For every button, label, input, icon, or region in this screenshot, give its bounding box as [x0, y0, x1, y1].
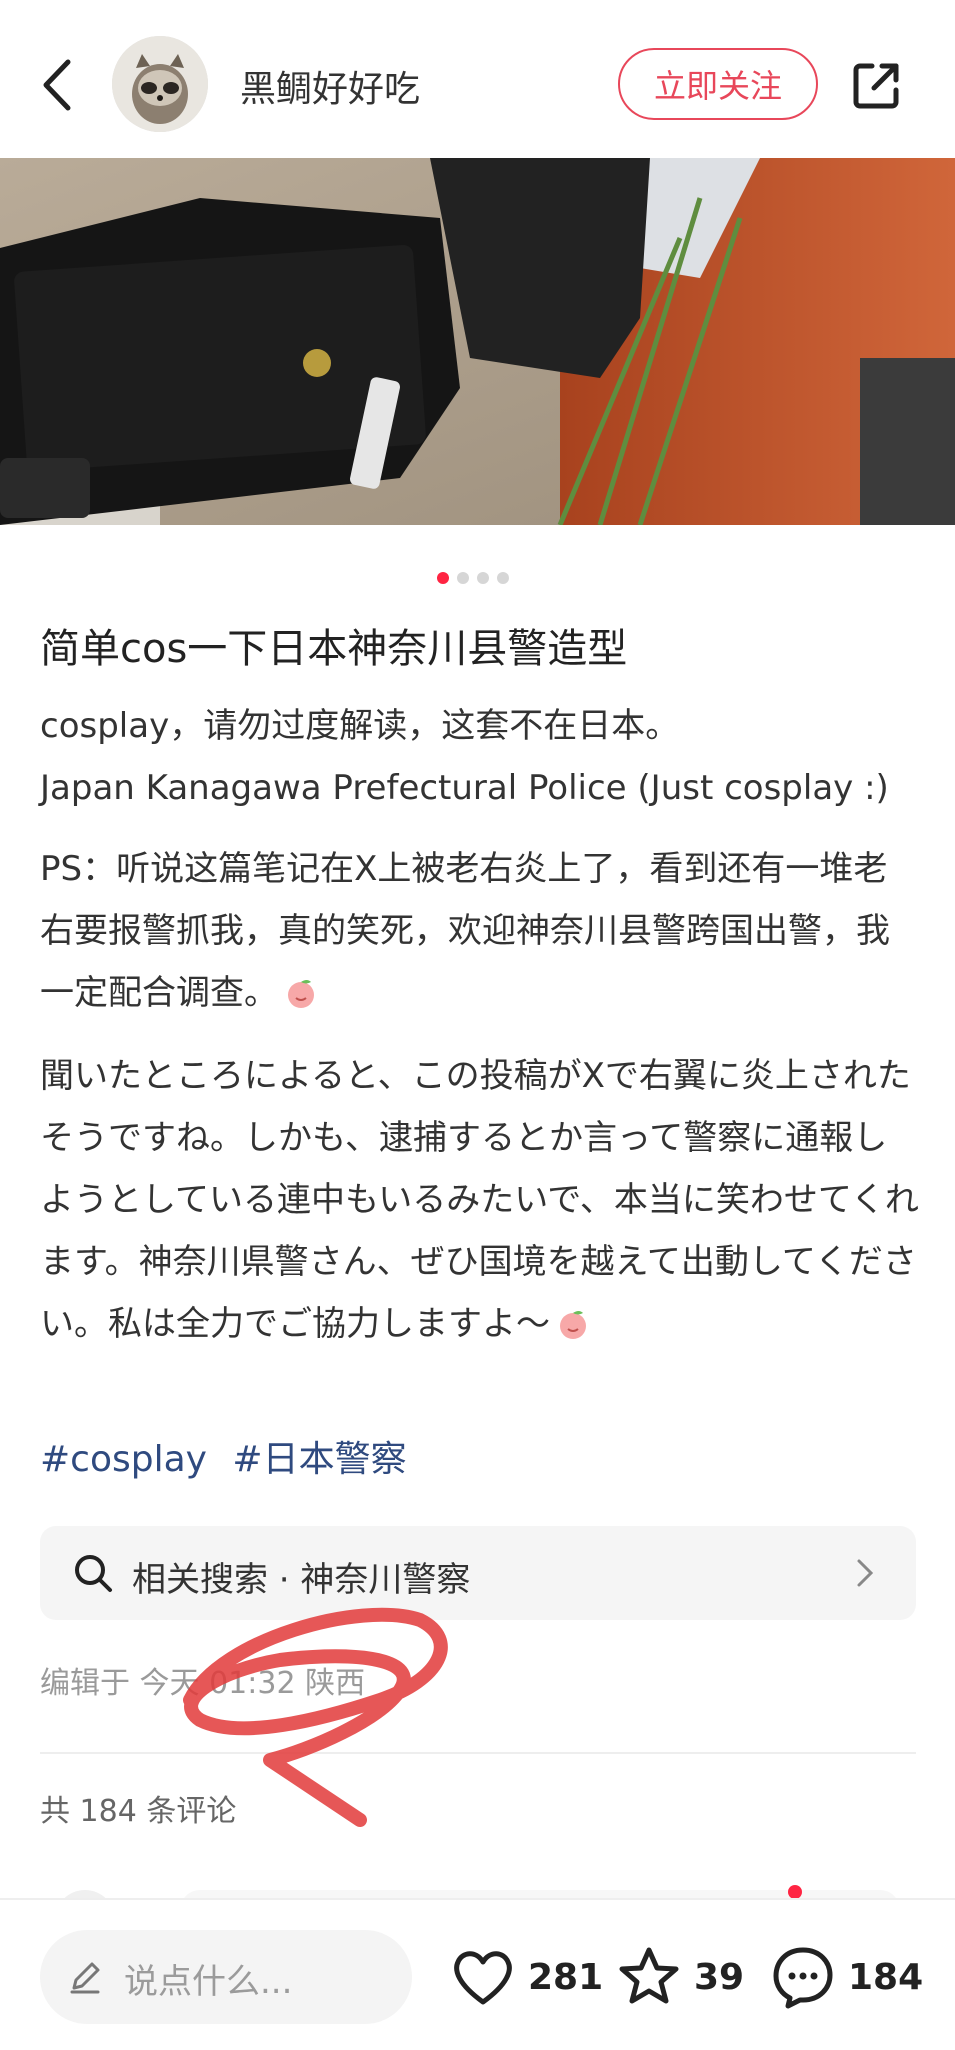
follow-button[interactable]: 立即关注: [618, 48, 818, 120]
japanese-text: 聞いたところによると、この投稿がXで右翼に炎上されたそうですね。しかも、逮捕する…: [40, 1056, 919, 1344]
carousel-dot: [497, 572, 509, 584]
chevron-right-icon: [857, 1559, 874, 1587]
comment-placeholder: 说点什么...: [124, 1962, 293, 2002]
carousel-indicator: [437, 572, 509, 584]
description-line: cosplay，请勿过度解读，这套不在日本。: [40, 706, 680, 746]
bottom-action-bar: 说点什么... 281 39 184: [0, 1898, 955, 2050]
edit-timestamp: 编辑于 今天 01:32 陕西: [40, 1666, 366, 1701]
favorite-count: 39: [694, 1956, 745, 1998]
author-name[interactable]: 黑鲷好好吃: [240, 60, 420, 112]
post-description: cosplay，请勿过度解读，这套不在日本。 Japan Kanagawa Pr…: [40, 695, 920, 819]
hashtag-link[interactable]: #日本警察: [232, 1439, 406, 1480]
post-title: 简单cos一下日本神奈川县警造型: [40, 626, 628, 672]
peach-emoji-icon: [288, 980, 314, 1008]
post-ps-paragraph: PS：听说这篇笔记在X上被老右炎上了，看到还有一堆老右要报警抓我，真的笑死，欢迎…: [40, 838, 920, 1024]
pencil-icon: [70, 1962, 100, 1994]
description-line: Japan Kanagawa Prefectural Police (Just …: [40, 768, 889, 808]
carousel-dot: [457, 572, 469, 584]
avatar[interactable]: [112, 36, 208, 132]
share-icon[interactable]: [848, 58, 904, 114]
like-count: 281: [528, 1956, 604, 1998]
top-bar: 黑鲷好好吃 立即关注: [0, 0, 955, 158]
comment-count-button: 184: [848, 1956, 924, 1998]
star-icon: [619, 1947, 679, 2004]
comment-button[interactable]: 184: [768, 1942, 923, 2012]
ps-text: PS：听说这篇笔记在X上被老右炎上了，看到还有一堆老右要报警抓我，真的笑死，欢迎…: [40, 849, 890, 1013]
heart-icon: [454, 1951, 512, 2005]
hashtags: #cosplay #日本警察: [40, 1430, 421, 1482]
back-arrow-icon[interactable]: [28, 50, 88, 120]
divider: [40, 1752, 916, 1754]
comment-count: 共 184 条评论: [40, 1794, 237, 1829]
post-image[interactable]: [0, 158, 955, 525]
peach-emoji-icon: [560, 1311, 586, 1339]
related-search-bar[interactable]: 相关搜索 · 神奈川警察: [40, 1526, 916, 1620]
search-icon: [75, 1555, 112, 1592]
like-button[interactable]: 281: [448, 1942, 603, 2012]
carousel-dot-active: [437, 572, 449, 584]
comment-input[interactable]: 说点什么...: [40, 1930, 412, 2024]
post-japanese-paragraph: 聞いたところによると、この投稿がXで右翼に炎上されたそうですね。しかも、逮捕する…: [40, 1045, 920, 1355]
related-search-label: 相关搜索 · 神奈川警察: [132, 1560, 471, 1600]
favorite-button[interactable]: 39: [614, 1942, 744, 2012]
comment-bubble-icon: [773, 1947, 833, 2009]
carousel-dot: [477, 572, 489, 584]
hashtag-link[interactable]: #cosplay: [40, 1439, 207, 1480]
